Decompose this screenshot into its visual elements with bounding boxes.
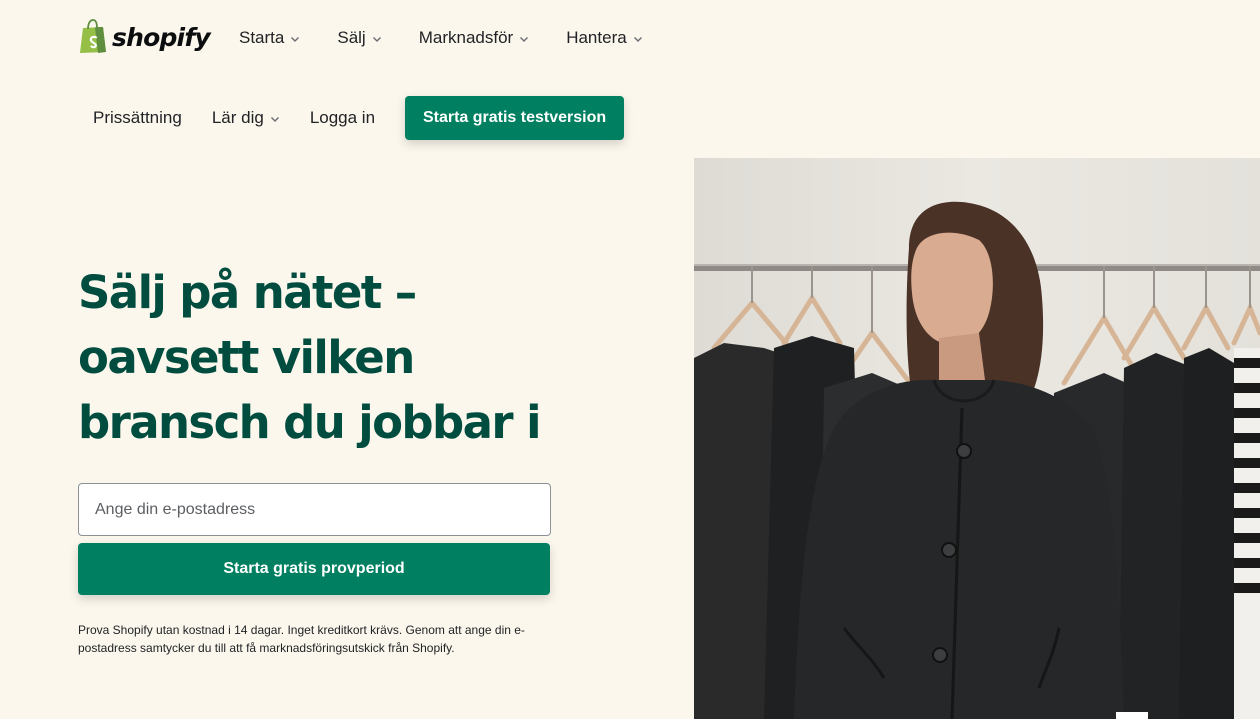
hero-photo [694, 158, 1260, 719]
nav-item-hantera[interactable]: Hantera [566, 28, 642, 48]
nav-label: Prissättning [93, 108, 182, 127]
nav-item-logga-in[interactable]: Logga in [310, 108, 375, 128]
hero-title: Sälj på nätet – oavsett vilken bransch d… [78, 266, 542, 449]
nav-item-starta[interactable]: Starta [239, 28, 300, 48]
nav-label: Starta [239, 28, 285, 47]
start-free-trial-button[interactable]: Starta gratis provperiod [78, 543, 550, 595]
brand-name: shopify [112, 22, 211, 52]
trial-disclaimer: Prova Shopify utan kostnad i 14 dagar. I… [78, 623, 525, 655]
nav-label: Marknadsför [418, 28, 514, 47]
chevron-down-icon [520, 36, 529, 42]
start-trial-button[interactable]: Starta gratis testversion [405, 96, 625, 140]
email-input[interactable] [78, 483, 551, 536]
nav-item-prissattning[interactable]: Prissättning [93, 108, 182, 128]
shopify-logo[interactable]: shopify [78, 19, 211, 55]
chevron-down-icon [633, 36, 642, 42]
nav-label: Logga in [309, 108, 376, 127]
nav-label: Hantera [566, 28, 627, 47]
chevron-down-icon [270, 116, 279, 122]
nav-item-marknadsfor[interactable]: Marknadsför [419, 28, 529, 48]
nav-label: Sälj [337, 28, 366, 47]
chevron-down-icon [291, 36, 300, 42]
secondary-nav: Prissättning Lär dig Logga in Starta gra… [93, 96, 625, 140]
chevron-down-icon [372, 36, 381, 42]
nav-label: Lär dig [211, 108, 264, 127]
nav-item-salj[interactable]: Sälj [337, 28, 381, 48]
primary-nav: Starta Sälj Marknadsför Hantera [239, 26, 680, 50]
woman-clothing-rack-photo [694, 158, 1260, 719]
nav-item-lar-dig[interactable]: Lär dig [212, 108, 280, 128]
shopping-bag-icon [80, 19, 106, 53]
